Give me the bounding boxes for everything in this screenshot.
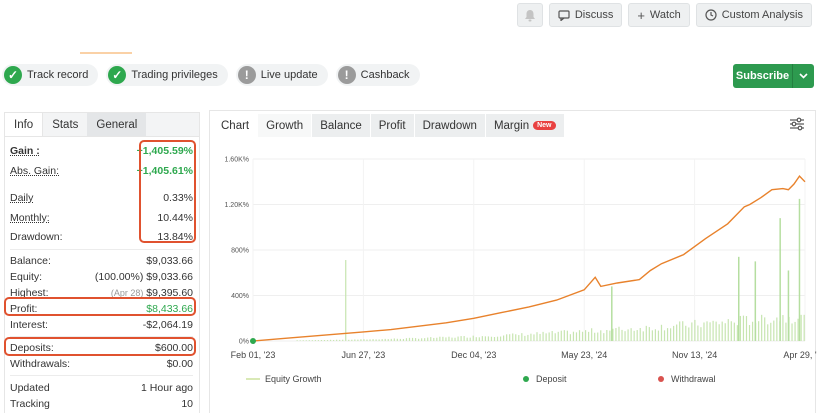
legend-label-deposit: Deposit bbox=[536, 374, 567, 384]
exclamation-icon: ! bbox=[337, 66, 356, 84]
abs-gain-label[interactable]: Abs. Gain: bbox=[10, 165, 59, 177]
updated-row: Updated 1 Hour ago bbox=[10, 381, 193, 395]
watch-button[interactable]: + Watch bbox=[628, 3, 690, 27]
updated-value: 1 Hour ago bbox=[141, 382, 193, 394]
check-icon: ✓ bbox=[108, 66, 127, 84]
legend-label-equity: Equity Growth bbox=[265, 374, 322, 384]
equity-value-group: (100.00%) $9,033.66 bbox=[95, 271, 193, 283]
x-tick-label: Jun 27, '23 bbox=[342, 350, 386, 360]
start-marker bbox=[250, 338, 256, 344]
bell-icon bbox=[524, 9, 535, 21]
badge-live-update[interactable]: ! Live update bbox=[235, 64, 328, 86]
balance-value: $9,033.66 bbox=[146, 255, 193, 267]
highlight-box-gain bbox=[139, 140, 196, 243]
growth-chart: 0% 400% 800% 1.20K% 1.60K% Feb 01, '23 Jun 27,… bbox=[224, 157, 817, 385]
equity-pct: (100.00%) bbox=[94, 271, 144, 283]
badge-label: Trading privileges bbox=[131, 69, 218, 81]
notification-button[interactable] bbox=[516, 3, 543, 27]
badge-label: Live update bbox=[260, 69, 318, 81]
discuss-label: Discuss bbox=[574, 9, 614, 21]
highlight-box-deposits bbox=[4, 337, 196, 356]
subscribe-label: Subscribe bbox=[735, 70, 790, 82]
legend-swatch-deposit bbox=[523, 376, 529, 382]
chart-panel: Chart Growth Balance Profit Drawdown Mar… bbox=[209, 110, 817, 413]
status-badges: ✓ Track record ✓ Trading privileges ! Li… bbox=[2, 64, 420, 86]
legend-swatch-withdrawal bbox=[658, 376, 664, 382]
withdrawals-row: Withdrawals: $0.00 bbox=[10, 357, 193, 371]
custom-analysis-button[interactable]: Custom Analysis bbox=[695, 3, 812, 27]
badge-trading-privileges[interactable]: ✓ Trading privileges bbox=[106, 64, 228, 86]
badge-label: Cashback bbox=[360, 69, 410, 81]
equity-growth-line bbox=[252, 175, 806, 342]
x-tick-label: Dec 04, '23 bbox=[451, 350, 496, 360]
interest-label: Interest: bbox=[10, 319, 48, 331]
x-tick-label: Nov 13, '24 bbox=[672, 350, 717, 360]
top-toolbar: Discuss + Watch Custom Analysis bbox=[516, 3, 812, 27]
y-tick-label: 400% bbox=[231, 293, 249, 300]
badge-track-record[interactable]: ✓ Track record bbox=[2, 64, 99, 86]
divider bbox=[10, 249, 193, 250]
interest-row: Interest: -$2,064.19 bbox=[10, 318, 193, 332]
tab-stats[interactable]: Stats bbox=[43, 113, 87, 136]
updated-label: Updated bbox=[10, 382, 50, 394]
divider bbox=[10, 375, 193, 376]
y-tick-label: 1.20K% bbox=[224, 202, 249, 209]
badge-label: Track record bbox=[27, 69, 89, 81]
y-tick-label: 1.60K% bbox=[224, 157, 249, 164]
tracking-value: 10 bbox=[181, 398, 193, 410]
badge-cashback[interactable]: ! Cashback bbox=[335, 64, 420, 86]
custom-analysis-label: Custom Analysis bbox=[721, 9, 803, 21]
info-tabs: Info Stats General bbox=[5, 113, 199, 137]
equity-row: Equity: (100.00%) $9,033.66 bbox=[10, 270, 193, 284]
equity-label: Equity: bbox=[10, 271, 43, 283]
subscribe-button[interactable]: Subscribe bbox=[733, 64, 814, 88]
balance-label: Balance: bbox=[10, 255, 51, 267]
withdrawals-value: $0.00 bbox=[166, 358, 193, 370]
clock-icon bbox=[705, 9, 717, 21]
highlight-box-profit bbox=[4, 297, 196, 316]
plus-icon: + bbox=[637, 7, 645, 23]
watch-label: Watch bbox=[649, 9, 681, 21]
chevron-down-icon[interactable] bbox=[792, 64, 814, 88]
gain-label[interactable]: Gain : bbox=[10, 145, 40, 157]
check-icon: ✓ bbox=[4, 66, 22, 84]
withdrawals-label: Withdrawals: bbox=[10, 358, 71, 370]
x-tick-label: May 23, '24 bbox=[561, 350, 607, 360]
tracking-row: Tracking 10 bbox=[10, 397, 193, 411]
chat-icon bbox=[558, 9, 570, 21]
legend-label-withdrawal: Withdrawal bbox=[671, 374, 716, 384]
balance-row: Balance: $9,033.66 bbox=[10, 254, 193, 268]
y-tick-label: 0% bbox=[239, 339, 249, 346]
daily-label[interactable]: Daily bbox=[10, 192, 33, 204]
x-tick-label: Apr 29, '25 bbox=[783, 350, 817, 360]
monthly-label[interactable]: Monthly: bbox=[10, 212, 50, 224]
drawdown-label: Drawdown: bbox=[10, 231, 63, 243]
tab-underline bbox=[80, 52, 132, 54]
x-tick-label: Feb 01, '23 bbox=[231, 350, 276, 360]
y-tick-label: 800% bbox=[231, 248, 249, 255]
discuss-button[interactable]: Discuss bbox=[548, 3, 623, 27]
equity-value: $9,033.66 bbox=[146, 271, 193, 283]
exclamation-icon: ! bbox=[237, 66, 256, 84]
tracking-label: Tracking bbox=[10, 398, 50, 410]
tab-general[interactable]: General bbox=[87, 113, 147, 136]
tab-info[interactable]: Info bbox=[5, 113, 44, 136]
interest-value: -$2,064.19 bbox=[142, 319, 193, 331]
